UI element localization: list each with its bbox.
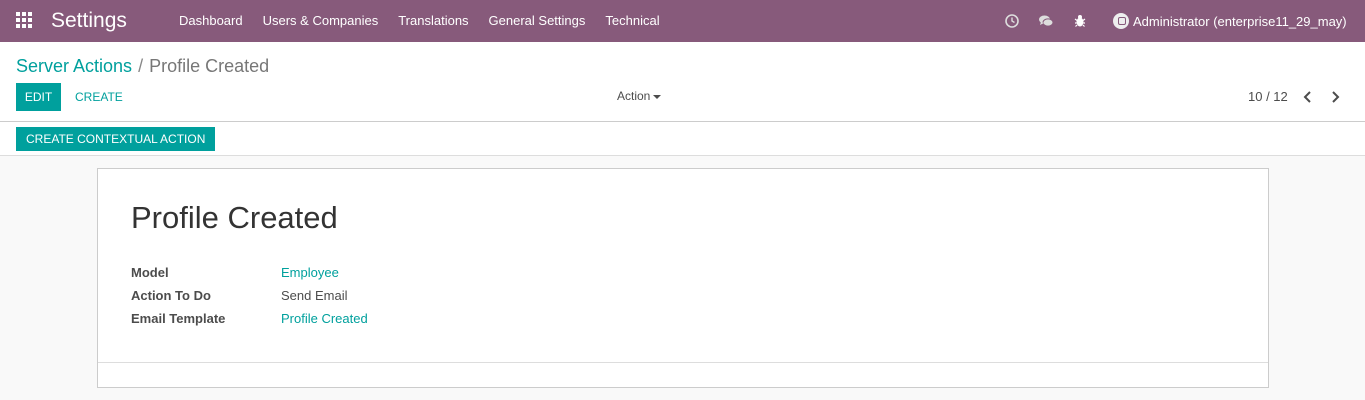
breadcrumb-current: Profile Created <box>149 56 270 76</box>
sheet-divider <box>98 362 1268 363</box>
model-link[interactable]: Employee <box>281 264 339 282</box>
action-dropdown[interactable]: Action <box>617 87 662 105</box>
breadcrumb-server-actions[interactable]: Server Actions <box>16 56 132 76</box>
field-label: Email Template <box>131 311 226 326</box>
action-to-do-value: Send Email <box>281 288 348 303</box>
chat-icon[interactable] <box>1036 11 1056 31</box>
control-panel: Server Actions / Profile Created EDIT CREA… <box>0 42 1365 122</box>
menu-users-companies[interactable]: Users & Companies <box>253 0 389 42</box>
menu-technical[interactable]: Technical <box>595 0 669 42</box>
user-menu[interactable]: Administrator (enterprise11_29_may) <box>1113 0 1347 42</box>
avatar <box>1113 13 1129 29</box>
menu-translations[interactable]: Translations <box>388 0 478 42</box>
field-label: Action To Do <box>131 288 211 303</box>
main-menu: Dashboard Users & Companies Translations… <box>169 0 670 42</box>
menu-general-settings[interactable]: General Settings <box>479 0 596 42</box>
bug-icon[interactable] <box>1070 11 1090 31</box>
chevron-left-icon[interactable] <box>1300 88 1316 106</box>
chevron-right-icon[interactable] <box>1327 88 1343 106</box>
breadcrumb: Server Actions / Profile Created <box>16 54 269 78</box>
menu-dashboard[interactable]: Dashboard <box>169 0 253 42</box>
breadcrumb-separator: / <box>138 56 144 76</box>
caret-down-icon <box>653 94 662 99</box>
pager-value: 10 / 12 <box>1248 89 1288 104</box>
field-label: Model <box>131 265 169 280</box>
edit-button[interactable]: EDIT <box>16 83 61 111</box>
create-contextual-action-button[interactable]: CREATE CONTEXTUAL ACTION <box>16 127 216 151</box>
form-statusbar: CREATE CONTEXTUAL ACTION <box>0 122 1365 156</box>
apps-grid-icon[interactable] <box>16 12 34 30</box>
email-template-link[interactable]: Profile Created <box>281 310 368 328</box>
user-name: Administrator (enterprise11_29_may) <box>1133 13 1347 29</box>
form-sheet: Profile Created Model Employee Action To… <box>97 168 1269 388</box>
action-dropdown-label: Action <box>617 89 651 103</box>
clock-icon[interactable] <box>1002 11 1022 31</box>
create-button[interactable]: CREATE <box>66 83 132 111</box>
app-title: Settings <box>51 9 127 32</box>
top-navbar: Settings Dashboard Users & Companies Tra… <box>0 0 1365 42</box>
record-title: Profile Created <box>131 200 338 235</box>
